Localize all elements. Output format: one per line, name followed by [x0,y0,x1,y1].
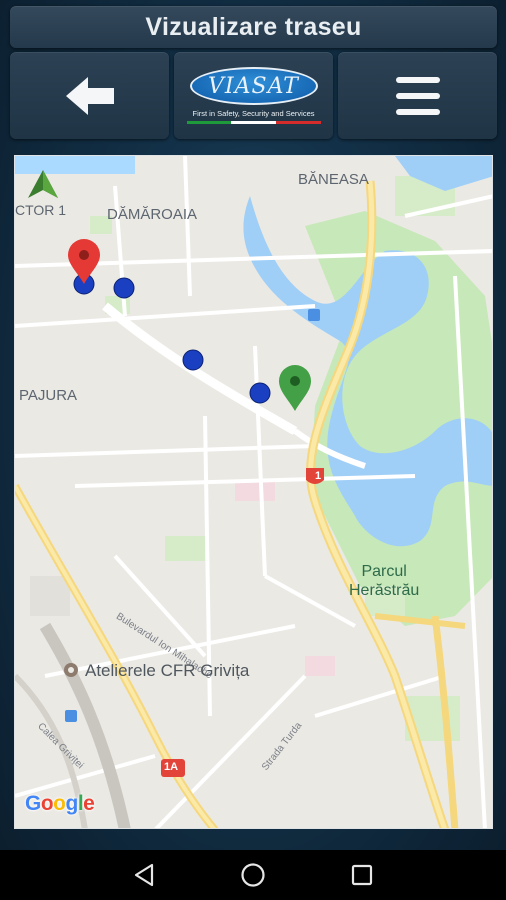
hamburger-menu-icon [395,76,440,115]
route-map[interactable]: BĂNEASA DĂMĂROAIA CTOR 1 PAJURA 1 1A Bul… [14,155,493,829]
map-label-damaroaia: DĂMĂROAIA [107,206,198,223]
map-label-pajura: PAJURA [19,387,78,404]
poi-label: Atelierele CFR Grivița [85,661,250,680]
map-label-sector: CTOR 1 [15,202,67,218]
triangle-back-icon[interactable] [133,863,155,887]
park-label: Parcul Herăstrău [349,562,419,600]
park-label-line1: Parcul [361,563,407,580]
road-1a-label: 1A [164,761,179,773]
map-canvas[interactable] [15,156,493,829]
menu-button[interactable] [338,52,497,139]
bus-stop-icon [308,309,320,321]
park-label-line2: Herăstrău [349,582,420,599]
road-1-label: 1 [315,470,322,482]
page-title: Vizualizare traseu [145,12,362,41]
arrow-left-icon [65,76,114,115]
logo-badge: VIASAT [189,67,318,105]
google-attribution: Google [25,792,95,815]
circle-home-icon[interactable] [240,862,266,888]
logo-brand: VIASAT [208,73,299,99]
logo-tagline: First in Safety, Security and Services [192,109,315,118]
back-button[interactable] [10,52,169,139]
square-recents-icon[interactable] [351,864,373,886]
title-bar: Vizualizare traseu [10,6,497,48]
map-label-baneasa: BĂNEASA [298,171,369,188]
bus-stop-icon [65,710,77,722]
android-navigation-bar [0,850,506,900]
viasat-logo: VIASAT First in Safety, Security and Ser… [174,52,333,139]
logo-stripe [186,121,321,124]
